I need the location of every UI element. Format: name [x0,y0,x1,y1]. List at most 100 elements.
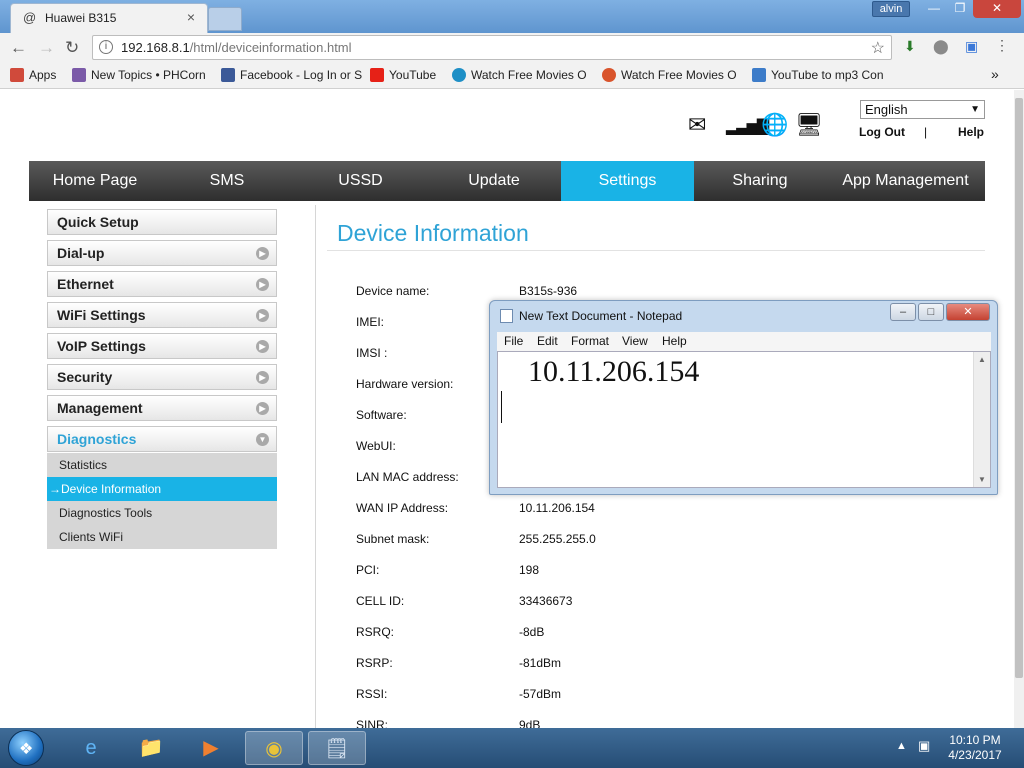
sidebar-sub-statistics[interactable]: Statistics [47,453,277,477]
bookmark-phcorn[interactable]: New Topics • PHCorn [72,68,206,82]
notepad-close-icon[interactable]: ✕ [946,303,990,321]
sidebar-item-label: WiFi Settings [57,307,146,323]
site-info-icon[interactable]: i [99,40,113,54]
info-value: -57dBm [519,687,562,701]
text-caret [501,391,502,423]
tab-favicon-icon: @ [23,10,37,25]
bookmarks-more-icon[interactable]: » [991,66,999,82]
main-menu: Home Page SMS USSD Update Settings Shari… [29,161,985,201]
content-divider [315,205,316,728]
start-button[interactable]: ❖ [8,730,44,766]
expand-icon: ▶ [256,340,269,353]
maximize-icon[interactable]: ❐ [946,0,974,18]
notepad-window[interactable]: New Text Document - Notepad – □ ✕ File E… [489,300,998,495]
new-tab-button[interactable] [208,7,242,31]
extension-icon[interactable]: ⬤ [933,38,949,55]
browser-tab[interactable]: @ Huawei B315 × [10,3,208,33]
expand-icon: ▶ [256,402,269,415]
info-label: RSRP: [356,656,393,670]
windows-logo-icon: ❖ [19,741,34,758]
info-label: WebUI: [356,439,396,453]
notepad-menu-file[interactable]: File [504,334,523,348]
menu-app-management[interactable]: App Management [826,161,985,201]
sidebar-sub-diagnostics-tools[interactable]: Diagnostics Tools [47,501,277,525]
notepad-menu-format[interactable]: Format [571,334,609,348]
back-icon[interactable]: ← [10,38,27,58]
sidebar-sub-clients-wifi[interactable]: Clients WiFi [47,525,277,549]
info-label: Subnet mask: [356,532,430,546]
menu-settings[interactable]: Settings [561,161,694,201]
sidebar-item-dial-up[interactable]: Dial-up ▶ [47,240,277,266]
sidebar-item-management[interactable]: Management ▶ [47,395,277,421]
profile-button[interactable]: alvin [872,1,910,17]
window-close-icon[interactable]: ✕ [973,0,1021,18]
taskbar-notepad-icon[interactable]: 🗒 [308,731,366,765]
minimize-icon[interactable]: — [920,0,948,18]
tab-close-icon[interactable]: × [187,9,195,25]
bookmark-apps[interactable]: Apps [10,68,56,82]
menu-update[interactable]: Update [428,161,560,201]
menu-home-page[interactable]: Home Page [29,161,161,201]
taskbar-explorer-icon[interactable]: 📁 [122,731,180,765]
monitor-icon: 🖥 [795,112,823,137]
bookmark-youtube[interactable]: YouTube [370,68,436,82]
notepad-minimize-icon[interactable]: – [890,303,916,321]
menu-ussd[interactable]: USSD [293,161,428,201]
scrollbar-thumb[interactable] [1015,98,1023,678]
notepad-scrollbar[interactable]: ▲ ▼ [973,352,990,487]
info-value: -81dBm [519,656,562,670]
sidebar-item-label: Security [57,369,113,385]
sidebar-item-voip-settings[interactable]: VoIP Settings ▶ [47,333,277,359]
help-link[interactable]: Help [958,125,984,139]
notepad-text-area[interactable]: 10.11.206.154 ▲ ▼ [497,351,991,488]
bookmark-star-icon[interactable]: ☆ [871,38,885,58]
sidebar-item-diagnostics[interactable]: Diagnostics ▼ [47,426,277,452]
page-scrollbar[interactable] [1014,90,1024,728]
bookmark-yt-mp3[interactable]: YouTube to mp3 Con [752,68,884,82]
download-extension-icon[interactable]: ⬇ [904,38,916,55]
mp3-icon [752,68,766,82]
chrome-menu-icon[interactable]: ⋮ [995,37,1009,54]
notepad-menu-view[interactable]: View [622,334,648,348]
forward-icon[interactable]: → [38,38,55,58]
bookmark-movies-1[interactable]: Watch Free Movies O [452,68,587,82]
taskbar-ie-icon[interactable]: e [62,731,120,765]
tray-expand-icon[interactable]: ▲ [896,740,907,752]
info-label: Hardware version: [356,377,454,391]
sidebar-item-label: Diagnostics [57,431,137,447]
translate-extension-icon[interactable]: ▣ [965,38,978,55]
info-value: -8dB [519,625,545,639]
movie-icon [602,68,616,82]
scroll-up-icon[interactable]: ▲ [978,355,986,364]
sidebar-item-security[interactable]: Security ▶ [47,364,277,390]
tray-network-icon[interactable]: ▣ [918,738,930,754]
taskbar-media-player-icon[interactable]: ▶ [182,731,240,765]
sidebar-sub-device-information[interactable]: →Device Information [47,477,277,501]
language-select[interactable]: English ▼ [860,100,985,119]
scroll-down-icon[interactable]: ▼ [978,475,986,484]
info-label: IMEI: [356,315,385,329]
menu-sms[interactable]: SMS [161,161,293,201]
header-separator: | [924,125,928,139]
reload-icon[interactable]: ↻ [65,38,79,58]
language-value: English [865,102,908,117]
clock-time: 10:10 PM [949,733,1001,747]
taskbar-chrome-icon[interactable]: ◉ [245,731,303,765]
address-bar[interactable]: i 192.168.8.1/html/deviceinformation.htm… [92,35,892,60]
arrow-right-icon: → [49,482,61,496]
notepad-maximize-icon[interactable]: □ [918,303,944,321]
sidebar-item-wifi-settings[interactable]: WiFi Settings ▶ [47,302,277,328]
taskbar-clock[interactable]: 10:10 PM 4/23/2017 [940,733,1010,763]
menu-sharing[interactable]: Sharing [694,161,826,201]
bookmark-facebook[interactable]: Facebook - Log In or S [221,68,362,82]
sidebar-item-quick-setup[interactable]: Quick Setup [47,209,277,235]
logout-link[interactable]: Log Out [859,125,905,139]
bookmark-movies-2[interactable]: Watch Free Movies O [602,68,737,82]
sidebar-item-ethernet[interactable]: Ethernet ▶ [47,271,277,297]
mail-icon[interactable]: ✉ [688,112,706,138]
info-label: Software: [356,408,407,422]
notepad-text: 10.11.206.154 [528,355,700,388]
facebook-icon [221,68,235,82]
notepad-menu-edit[interactable]: Edit [537,334,558,348]
notepad-menu-help[interactable]: Help [662,334,687,348]
